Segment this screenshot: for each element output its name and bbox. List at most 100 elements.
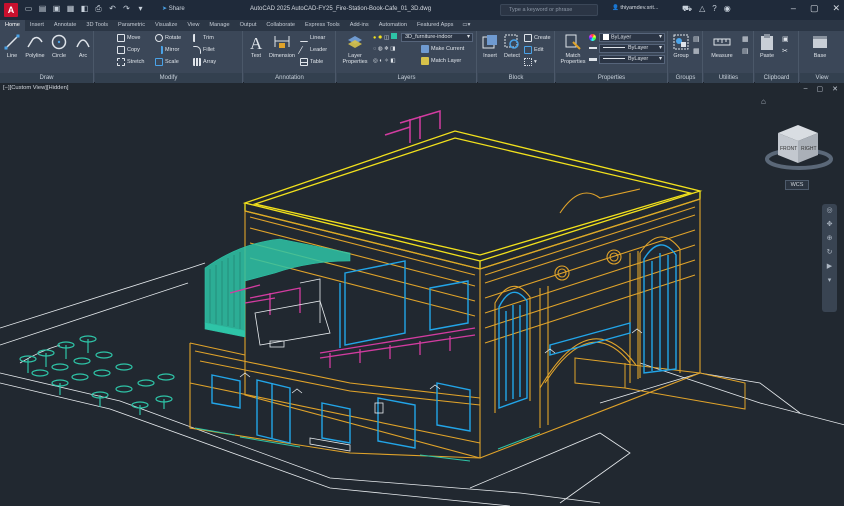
arc-button[interactable]: Arc xyxy=(71,33,95,59)
qat-dropdown-icon[interactable]: ▾ xyxy=(136,4,145,14)
save-as-icon[interactable]: ▦ xyxy=(66,4,75,14)
groups-panel-title[interactable]: Groups xyxy=(669,73,702,83)
ribbon-toggle-icon[interactable]: ▭▾ xyxy=(458,20,474,31)
block-more-button[interactable]: ▾ xyxy=(524,57,537,67)
lightbulb-icon[interactable]: ● xyxy=(373,35,376,41)
stretch-button[interactable]: Stretch xyxy=(117,57,144,67)
close-icon[interactable]: ✕ xyxy=(832,3,840,14)
tab-insert[interactable]: Insert xyxy=(25,20,49,31)
utilities-panel-title[interactable]: Utilities xyxy=(704,73,753,83)
sun-icon[interactable]: ✹ xyxy=(378,35,383,41)
paste-button[interactable]: Paste xyxy=(755,33,779,59)
select-icon[interactable]: ▦ xyxy=(742,35,749,43)
create-block-button[interactable]: Create xyxy=(524,33,551,43)
ungroup-icon[interactable]: ▤ xyxy=(693,35,700,43)
tab-view[interactable]: View xyxy=(182,20,204,31)
steering-wheel-icon[interactable]: ◎ xyxy=(822,204,837,218)
calculator-icon[interactable]: ▤ xyxy=(742,47,749,55)
linetype-dropdown[interactable]: ByLayer xyxy=(599,44,665,53)
help-icon[interactable]: ? xyxy=(712,4,716,14)
drawing-viewport[interactable]: [−][Custom View][Hidden] – ▢ ✕ ⌂ FRONT R… xyxy=(0,83,844,506)
3d-model-drawing[interactable] xyxy=(0,83,844,506)
layers-panel-title[interactable]: Layers xyxy=(337,73,476,83)
annotation-panel-title[interactable]: Annotation xyxy=(244,73,335,83)
chat-icon[interactable]: ◉ xyxy=(724,4,731,14)
layer-off-icon[interactable]: ◌ xyxy=(373,46,376,52)
mirror-button[interactable]: Mirror xyxy=(155,45,179,55)
insert-button[interactable]: Insert xyxy=(478,33,502,59)
group-edit-icon[interactable]: ▦ xyxy=(693,47,700,55)
view-panel-title[interactable]: View xyxy=(800,73,844,83)
tab-add-ins[interactable]: Add-ins xyxy=(345,20,374,31)
viewcube[interactable]: FRONT RIGHT xyxy=(764,121,834,173)
tab-manage[interactable]: Manage xyxy=(204,20,234,31)
make-current-button[interactable]: Make Current xyxy=(421,44,464,54)
layer-thaw-icon[interactable]: ✧ xyxy=(384,58,389,64)
navbar-options-icon[interactable]: ▾ xyxy=(822,274,837,288)
layer-properties-button[interactable]: Layer Properties xyxy=(339,33,371,65)
polyline-button[interactable]: Polyline xyxy=(22,33,48,59)
layer-unisolate-icon[interactable]: ◎ xyxy=(373,58,378,64)
linear-button[interactable]: Linear xyxy=(300,33,325,43)
base-button[interactable]: Base xyxy=(808,33,832,59)
clipboard-panel-title[interactable]: Clipboard xyxy=(755,73,798,83)
web-mobile-icon[interactable]: ◧ xyxy=(80,4,89,14)
showmotion-icon[interactable]: ▶ xyxy=(822,260,837,274)
tab-automation[interactable]: Automation xyxy=(374,20,412,31)
new-file-icon[interactable]: ▭ xyxy=(24,4,33,14)
scale-button[interactable]: Scale xyxy=(155,57,179,67)
tab-output[interactable]: Output xyxy=(235,20,262,31)
modify-panel-title[interactable]: Modify xyxy=(95,73,242,83)
fillet-button[interactable]: Fillet xyxy=(193,45,215,55)
properties-panel-title[interactable]: Properties xyxy=(556,73,667,83)
edit-block-button[interactable]: Edit xyxy=(524,45,543,55)
group-button[interactable]: Group xyxy=(669,33,693,59)
lineweight-dropdown[interactable]: ByLayer xyxy=(599,55,665,64)
layer-walk-icon[interactable]: ◐ xyxy=(379,58,382,64)
line-button[interactable]: Line xyxy=(0,33,24,59)
autocad-logo-button[interactable]: A xyxy=(4,3,18,17)
search-input[interactable]: Type a keyword or phrase xyxy=(500,4,598,16)
move-button[interactable]: Move xyxy=(117,33,140,43)
tab-collaborate[interactable]: Collaborate xyxy=(261,20,300,31)
unlock-icon[interactable]: ◫ xyxy=(384,35,389,41)
layer-color-icon[interactable] xyxy=(390,33,397,39)
color-dropdown[interactable]: ByLayer xyxy=(599,33,665,42)
layer-freeze-icon[interactable]: ❄ xyxy=(384,46,389,52)
viewport-minimize-icon[interactable]: – xyxy=(804,85,808,93)
plot-icon[interactable]: ⎙ xyxy=(94,4,103,14)
rotate-button[interactable]: Rotate xyxy=(155,33,181,43)
autodesk-app-icon[interactable]: △ xyxy=(699,4,705,14)
layer-unlock-icon[interactable]: ◧ xyxy=(390,58,395,64)
match-properties-button[interactable]: Match Properties xyxy=(558,33,588,65)
user-account-button[interactable]: 👤 thiyamdev.srit... xyxy=(612,5,659,11)
copy-button[interactable]: Copy xyxy=(117,45,140,55)
tab-parametric[interactable]: Parametric xyxy=(113,20,150,31)
leader-button[interactable]: Leader xyxy=(297,45,327,55)
tab-featured-apps[interactable]: Featured Apps xyxy=(412,20,458,31)
table-button[interactable]: Table xyxy=(300,57,323,67)
dimension-button[interactable]: Dimension xyxy=(266,33,298,59)
tab-home[interactable]: Home xyxy=(0,20,25,31)
trim-button[interactable]: Trim xyxy=(193,33,214,43)
wcs-menu[interactable]: WCS xyxy=(785,180,809,190)
minimize-icon[interactable]: – xyxy=(791,3,796,14)
pan-icon[interactable]: ✥ xyxy=(822,218,837,232)
layer-dropdown[interactable]: 3D_furniture-indoor xyxy=(401,33,473,42)
circle-button[interactable]: Circle xyxy=(47,33,71,59)
measure-button[interactable]: Measure xyxy=(705,33,739,59)
array-button[interactable]: Array xyxy=(193,57,216,67)
share-button[interactable]: ➤ Share xyxy=(162,5,185,12)
tab-visualize[interactable]: Visualize xyxy=(150,20,182,31)
match-layer-button[interactable]: Match Layer xyxy=(421,56,461,66)
block-panel-title[interactable]: Block xyxy=(478,73,554,83)
detect-button[interactable]: Detect xyxy=(500,33,524,59)
zoom-extents-icon[interactable]: ⊕ xyxy=(822,232,837,246)
save-icon[interactable]: ▣ xyxy=(52,4,61,14)
tab-express-tools[interactable]: Express Tools xyxy=(300,20,345,31)
layer-isolate-icon[interactable]: ◍ xyxy=(378,46,383,52)
orbit-icon[interactable]: ↻ xyxy=(822,246,837,260)
cut-icon[interactable]: ✂ xyxy=(782,47,788,55)
undo-icon[interactable]: ↶ xyxy=(108,4,117,14)
viewport-restore-icon[interactable]: ▢ xyxy=(817,85,824,93)
